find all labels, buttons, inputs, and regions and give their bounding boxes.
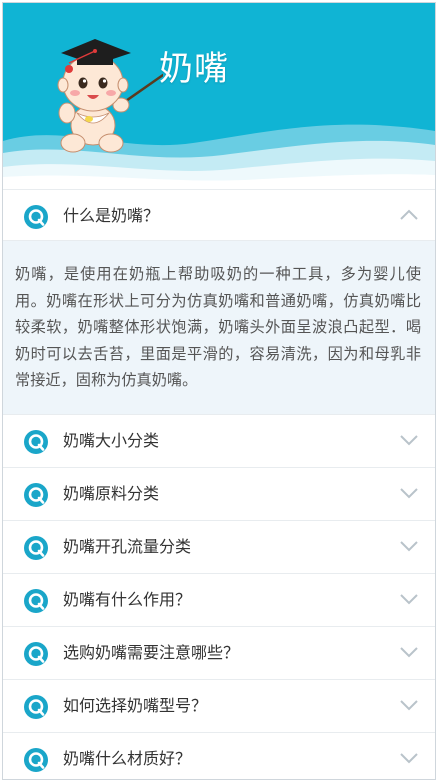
chevron-up-icon[interactable] (400, 209, 418, 221)
chevron-down-icon[interactable] (400, 434, 418, 446)
q-icon (24, 695, 48, 719)
faq-question: 奶嘴原料分类 (63, 484, 160, 503)
app-frame: 奶嘴 什么是奶嘴？ 奶嘴，是使用在奶瓶上帮助吸奶的一种工具，多为婴儿使用。奶嘴在… (2, 2, 436, 780)
q-icon (24, 483, 48, 507)
faq-question: 奶嘴有什么作用？ (63, 590, 192, 609)
q-icon (24, 430, 48, 454)
faq-question: 奶嘴大小分类 (63, 431, 160, 450)
faq-question: 如何选择奶嘴型号？ (63, 696, 208, 715)
q-icon (24, 536, 48, 560)
q-icon (24, 642, 48, 666)
faq-list: 什么是奶嘴？ 奶嘴，是使用在奶瓶上帮助吸奶的一种工具，多为婴儿使用。奶嘴在形状上… (3, 189, 435, 779)
chevron-down-icon[interactable] (400, 593, 418, 605)
page-title: 奶嘴 (159, 49, 229, 89)
faq-item[interactable]: 选购奶嘴需要注意哪些？ (3, 627, 435, 680)
faq-item[interactable]: 如何选择奶嘴型号？ (3, 680, 435, 733)
header-banner: 奶嘴 (3, 3, 435, 187)
faq-question: 什么是奶嘴？ (63, 206, 160, 225)
baby-mascot-icon (57, 39, 163, 153)
q-icon (24, 748, 48, 772)
faq-question: 奶嘴什么材质好？ (63, 749, 192, 768)
faq-item[interactable]: 奶嘴有什么作用？ (3, 574, 435, 627)
faq-item[interactable]: 奶嘴什么材质好？ (3, 733, 435, 779)
q-icon (24, 205, 48, 229)
chevron-down-icon[interactable] (400, 699, 418, 711)
chevron-down-icon[interactable] (400, 540, 418, 552)
faq-answer-panel: 奶嘴，是使用在奶瓶上帮助吸奶的一种工具，多为婴儿使用。奶嘴在形状上可分为仿真奶嘴… (3, 241, 435, 415)
chevron-down-icon[interactable] (400, 646, 418, 658)
chevron-down-icon[interactable] (400, 487, 418, 499)
faq-item[interactable]: 奶嘴开孔流量分类 (3, 521, 435, 574)
faq-item[interactable]: 奶嘴原料分类 (3, 468, 435, 521)
faq-question: 奶嘴开孔流量分类 (63, 537, 192, 556)
q-icon (24, 589, 48, 613)
faq-item[interactable]: 奶嘴大小分类 (3, 415, 435, 468)
faq-answer-text: 奶嘴，是使用在奶瓶上帮助吸奶的一种工具，多为婴儿使用。奶嘴在形状上可分为仿真奶嘴… (15, 265, 421, 389)
faq-item-expanded[interactable]: 什么是奶嘴？ (3, 189, 435, 241)
chevron-down-icon[interactable] (400, 752, 418, 764)
faq-question: 选购奶嘴需要注意哪些？ (63, 643, 240, 662)
